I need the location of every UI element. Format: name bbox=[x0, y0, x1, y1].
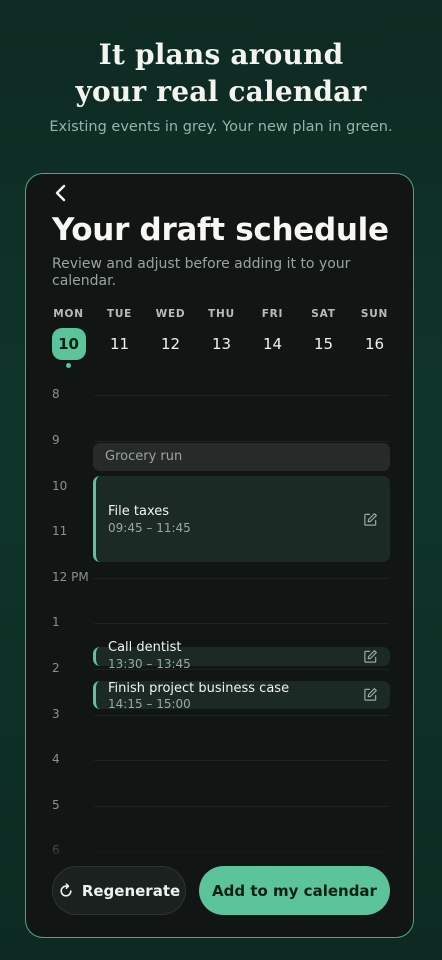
back-button[interactable] bbox=[48, 180, 74, 206]
event-time: 09:45 – 11:45 bbox=[108, 521, 191, 535]
day-wednesday[interactable]: WED 12 bbox=[145, 307, 196, 367]
hero-title-line-2: your real calendar bbox=[75, 75, 367, 108]
schedule-card: Your draft schedule Review and adjust be… bbox=[25, 173, 414, 938]
day-of-week-label: SUN bbox=[360, 308, 389, 320]
planned-event-file-taxes[interactable]: File taxes 09:45 – 11:45 bbox=[93, 476, 390, 562]
hour-label: 9 bbox=[52, 433, 60, 447]
hour-label: 10 bbox=[52, 479, 68, 493]
hour-label: 4 bbox=[52, 752, 60, 766]
hour-label: 11 bbox=[52, 524, 68, 538]
planned-event-finish-project-business-case[interactable]: Finish project business case 14:15 – 15:… bbox=[93, 681, 390, 709]
hour-row: 4 bbox=[26, 752, 413, 766]
day-sunday[interactable]: SUN 16 bbox=[349, 307, 400, 367]
event-title: Call dentist bbox=[108, 640, 182, 655]
regenerate-button[interactable]: Regenerate bbox=[52, 866, 186, 915]
day-number: 10 bbox=[51, 328, 86, 360]
regenerate-label: Regenerate bbox=[81, 881, 181, 900]
edit-icon[interactable] bbox=[363, 649, 378, 664]
hour-gridline bbox=[94, 715, 389, 716]
day-number: 15 bbox=[313, 335, 334, 353]
page-title: Your draft schedule bbox=[52, 212, 389, 248]
hour-row: 9 bbox=[26, 433, 413, 447]
day-of-week-label: TUE bbox=[106, 308, 133, 320]
edit-icon[interactable] bbox=[363, 687, 378, 702]
day-number: 11 bbox=[109, 335, 130, 353]
hour-label: 5 bbox=[52, 798, 60, 812]
bottom-fade bbox=[26, 824, 413, 864]
page-subtitle: Review and adjust before adding it to yo… bbox=[52, 256, 351, 289]
hour-row: 3 bbox=[26, 707, 413, 721]
day-of-week-label: FRI bbox=[261, 308, 284, 320]
hero-title: It plans around your real calendar bbox=[0, 36, 442, 110]
hour-label: 12 PM bbox=[52, 570, 89, 584]
day-of-week-label: WED bbox=[155, 308, 186, 320]
day-number: 13 bbox=[211, 335, 232, 353]
day-of-week-label: SAT bbox=[311, 308, 336, 320]
event-time: 14:15 – 15:00 bbox=[108, 697, 191, 709]
event-time: 13:30 – 13:45 bbox=[108, 657, 191, 671]
day-number: 14 bbox=[262, 335, 283, 353]
planned-event-call-dentist[interactable]: Call dentist 13:30 – 13:45 bbox=[93, 640, 390, 671]
day-of-week-label: THU bbox=[208, 308, 235, 320]
event-title: File taxes bbox=[108, 504, 170, 519]
hour-label: 8 bbox=[52, 387, 60, 401]
hour-gridline bbox=[94, 623, 389, 624]
hour-row: 8 bbox=[26, 387, 413, 401]
hour-gridline bbox=[94, 760, 389, 761]
week-day-selector: MON 10 TUE 11 WED 12 THU 13 FRI 14 SAT 1… bbox=[43, 307, 400, 368]
hour-label: 1 bbox=[52, 615, 60, 629]
day-friday[interactable]: FRI 14 bbox=[247, 307, 298, 367]
day-number: 16 bbox=[364, 335, 385, 353]
day-thursday[interactable]: THU 13 bbox=[196, 307, 247, 367]
day-of-week-label: MON bbox=[53, 308, 84, 320]
day-monday[interactable]: MON 10 bbox=[43, 307, 94, 368]
hour-label: 2 bbox=[52, 661, 60, 675]
hour-gridline bbox=[94, 395, 389, 396]
today-indicator bbox=[66, 363, 71, 368]
hero-subtitle: Existing events in grey. Your new plan i… bbox=[49, 119, 393, 135]
hour-gridline bbox=[94, 806, 389, 807]
add-to-calendar-button[interactable]: Add to my calendar bbox=[199, 866, 390, 915]
hour-row: 1 bbox=[26, 615, 413, 629]
hero-title-line-1: It plans around bbox=[98, 38, 344, 71]
refresh-icon bbox=[60, 882, 72, 897]
hour-gridline bbox=[94, 578, 389, 579]
hour-row: 5 bbox=[26, 798, 413, 812]
edit-icon[interactable] bbox=[363, 512, 378, 527]
hour-row: 2 bbox=[26, 661, 413, 675]
day-tuesday[interactable]: TUE 11 bbox=[94, 307, 145, 367]
add-to-calendar-label: Add to my calendar bbox=[212, 881, 377, 900]
existing-event-grocery-run: Grocery run bbox=[93, 443, 390, 471]
day-timeline: 8 9 10 11 12 PM 1 2 3 4 5 Grocery run Fi… bbox=[26, 379, 413, 859]
hour-row: 12 PM bbox=[26, 570, 413, 584]
event-title: Finish project business case bbox=[108, 681, 290, 696]
hour-label: 3 bbox=[52, 707, 60, 721]
day-saturday[interactable]: SAT 15 bbox=[298, 307, 349, 367]
hour-gridline bbox=[94, 441, 389, 442]
chevron-left-icon bbox=[55, 184, 66, 202]
day-number: 12 bbox=[160, 335, 181, 353]
